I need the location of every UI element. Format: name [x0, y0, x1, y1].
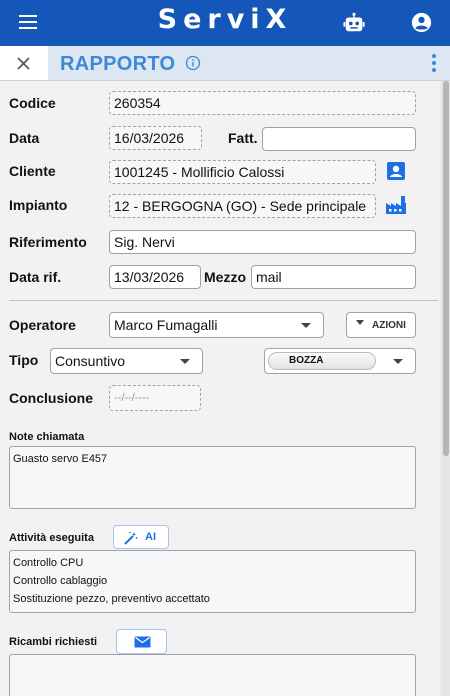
attivita-line: Controllo cablaggio [13, 575, 108, 587]
chevron-down-icon [393, 359, 403, 364]
codice-field: 260354 [109, 91, 416, 115]
app-bar: ServiX [0, 0, 450, 46]
contact-card-icon[interactable] [386, 161, 406, 181]
fatt-field[interactable] [262, 127, 416, 151]
impianto-label: Impianto [9, 197, 68, 213]
scrollbar-thumb[interactable] [443, 81, 449, 456]
riferimento-label: Riferimento [9, 234, 87, 250]
fatt-label: Fatt. [228, 130, 258, 146]
attivita-line: Sostituzione pezzo, preventivo accettato [13, 593, 210, 605]
page-title: RAPPORTO [60, 53, 176, 75]
divider [9, 300, 438, 301]
note-chiamata-textarea[interactable]: Guasto servo E457 [9, 446, 416, 509]
factory-icon[interactable] [385, 195, 407, 215]
tipo-value: Consuntivo [55, 353, 126, 369]
sub-header: RAPPORTO [0, 46, 450, 81]
azioni-button[interactable]: AZIONI [346, 312, 416, 338]
operatore-label: Operatore [9, 317, 76, 333]
codice-label: Codice [9, 95, 56, 111]
close-icon [17, 57, 30, 70]
data-field[interactable]: 16/03/2026 [109, 126, 202, 150]
mezzo-label: Mezzo [204, 269, 246, 285]
attivita-label: Attività eseguita [9, 532, 94, 544]
chevron-down-icon [180, 359, 190, 364]
stato-select[interactable]: BOZZA [264, 348, 416, 374]
cliente-field[interactable]: 1001245 - Mollificio Calossi [109, 160, 376, 184]
status-badge: BOZZA [268, 352, 376, 370]
mezzo-field[interactable]: mail [251, 265, 416, 289]
note-line: Guasto servo E457 [13, 453, 108, 465]
more-vert-icon[interactable] [428, 54, 440, 74]
attivita-line: Controllo CPU [13, 557, 84, 569]
data-rif-field[interactable]: 13/03/2026 [109, 265, 201, 289]
conclusione-label: Conclusione [9, 390, 94, 406]
azioni-label: AZIONI [372, 320, 406, 331]
chevron-down-icon [301, 323, 311, 328]
scrollbar[interactable] [441, 81, 450, 696]
report-form: Codice 260354 Data 16/03/2026 Fatt. Clie… [0, 81, 440, 696]
robot-icon[interactable] [343, 12, 365, 34]
attivita-textarea[interactable]: Controllo CPU Controllo cablaggio Sostit… [9, 550, 416, 613]
riferimento-field[interactable]: Sig. Nervi [109, 230, 416, 254]
account-icon[interactable] [411, 12, 432, 33]
data-rif-label: Data rif. [9, 269, 62, 285]
note-chiamata-label: Note chiamata [9, 431, 85, 443]
ai-button[interactable]: AI [113, 525, 169, 549]
conclusione-field[interactable]: --/--/---- [109, 385, 201, 411]
info-icon[interactable] [185, 55, 201, 71]
impianto-field[interactable]: 12 - BERGOGNA (GO) - Sede principale [109, 194, 376, 218]
tipo-select[interactable]: Consuntivo [50, 348, 203, 374]
tipo-label: Tipo [9, 352, 39, 368]
cliente-label: Cliente [9, 163, 56, 179]
mail-icon [134, 636, 151, 648]
ai-label: AI [145, 531, 156, 543]
operatore-value: Marco Fumagalli [114, 317, 218, 333]
operatore-select[interactable]: Marco Fumagalli [109, 312, 324, 338]
data-label: Data [9, 130, 40, 146]
ricambi-label: Ricambi richiesti [9, 636, 98, 648]
ricambi-textarea[interactable] [9, 654, 416, 696]
close-button[interactable] [0, 46, 48, 80]
chevron-down-icon [356, 320, 364, 325]
mail-button[interactable] [116, 629, 167, 654]
magic-wand-icon [124, 531, 138, 545]
app-brand: ServiX [157, 4, 293, 35]
